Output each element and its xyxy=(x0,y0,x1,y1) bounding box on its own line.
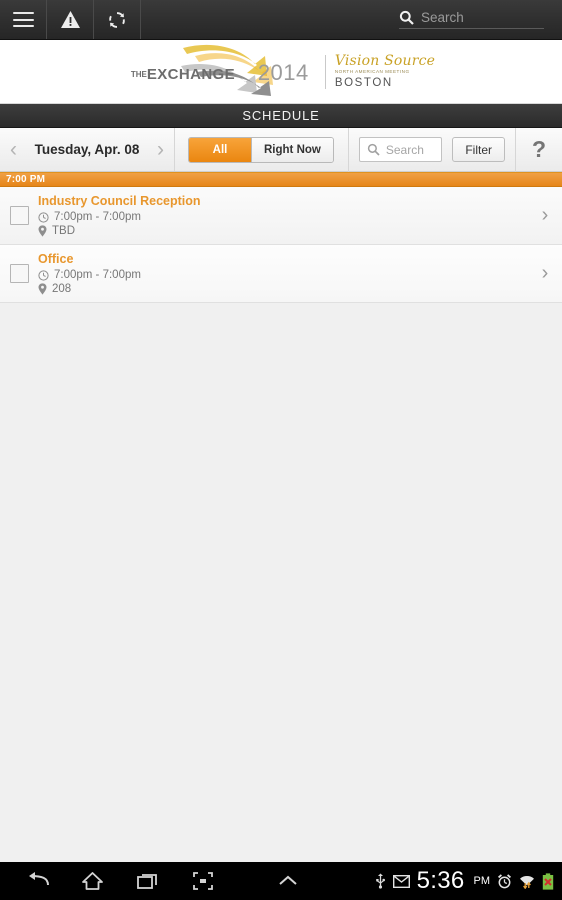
home-icon xyxy=(81,871,104,891)
map-pin-icon xyxy=(38,283,47,295)
map-pin-icon xyxy=(38,225,47,237)
session-location: TBD xyxy=(52,225,75,237)
status-icons[interactable]: 5:36 PM xyxy=(375,867,562,895)
session-location-row: TBD xyxy=(38,225,520,237)
mail-icon xyxy=(392,874,410,888)
status-ampm: PM xyxy=(473,875,491,887)
logo-year: 2014 xyxy=(257,59,309,85)
schedule-search-input[interactable]: Search xyxy=(358,137,443,162)
hamburger-icon xyxy=(12,12,34,27)
warning-triangle-icon xyxy=(60,10,81,29)
screenshot-icon xyxy=(192,871,214,891)
session-time: 7:00pm - 7:00pm xyxy=(54,211,141,223)
page-title: SCHEDULE xyxy=(0,104,562,128)
session-time: 7:00pm - 7:00pm xyxy=(54,269,141,281)
system-navigation-bar: 5:36 PM xyxy=(0,862,562,900)
logo-exchange-word: EXCHANGE xyxy=(146,65,236,83)
battery-error-icon xyxy=(542,872,554,890)
session-title: Office xyxy=(38,252,74,266)
logo-band: THEEXCHANGE 2014 Vision Source NORTH AME… xyxy=(0,40,562,104)
clock-icon xyxy=(38,269,49,281)
row-disclosure[interactable]: › xyxy=(528,262,562,285)
row-checkbox[interactable] xyxy=(9,206,29,225)
row-checkbox-cell[interactable] xyxy=(0,264,38,283)
schedule-toolbar: ‹ Tuesday, Apr. 08 › All Right Now Searc… xyxy=(0,127,562,172)
row-disclosure[interactable]: › xyxy=(528,204,562,227)
segment-all[interactable]: All xyxy=(189,137,251,162)
session-title: Industry Council Reception xyxy=(38,194,201,208)
search-icon xyxy=(399,10,414,25)
current-date-label: Tuesday, Apr. 08 xyxy=(34,142,140,157)
row-checkbox-cell[interactable] xyxy=(0,206,38,225)
wifi-icon xyxy=(519,874,535,889)
row-checkbox[interactable] xyxy=(9,264,29,283)
screenshot-button[interactable] xyxy=(175,862,230,900)
refresh-icon xyxy=(107,10,127,30)
logo-exchange-text: THEEXCHANGE xyxy=(131,66,235,83)
session-location-row: 208 xyxy=(38,283,520,295)
recent-apps-button[interactable] xyxy=(120,862,175,900)
table-row[interactable]: Office 7:00pm - 7:00pm 208 › xyxy=(0,245,562,303)
chevron-right-icon: › xyxy=(541,262,549,284)
back-arrow-icon xyxy=(26,871,50,891)
event-logo: THEEXCHANGE 2014 Vision Source NORTH AME… xyxy=(127,44,435,100)
alarm-clock-icon xyxy=(497,873,512,889)
global-search-placeholder: Search xyxy=(421,10,464,25)
filter-button[interactable]: Filter xyxy=(452,137,505,162)
brand-city: BOSTON xyxy=(334,76,393,89)
segment-right-now[interactable]: Right Now xyxy=(251,137,333,162)
home-button[interactable] xyxy=(65,862,120,900)
back-button[interactable] xyxy=(10,862,65,900)
toolbar-divider xyxy=(347,127,349,172)
session-time-row: 7:00pm - 7:00pm xyxy=(38,211,520,223)
empty-list-area xyxy=(0,303,562,865)
next-day-button[interactable]: › xyxy=(157,139,164,160)
row-content: Industry Council Reception 7:00pm - 7:00… xyxy=(38,194,528,237)
filter-segmented-control: All Right Now xyxy=(188,136,334,163)
usb-icon xyxy=(375,873,386,889)
search-icon xyxy=(367,143,380,156)
refresh-button[interactable] xyxy=(94,0,141,39)
logo-the-text: THE xyxy=(130,69,147,79)
section-header-time: 7:00 PM xyxy=(0,172,562,187)
status-clock: 5:36 xyxy=(416,867,465,894)
row-content: Office 7:00pm - 7:00pm 208 xyxy=(38,252,528,295)
clock-icon xyxy=(38,211,49,223)
schedule-search-placeholder: Search xyxy=(385,142,424,157)
expand-status-button[interactable] xyxy=(260,862,315,900)
app-root: Search THEEXCHANGE 2014 Vision Source NO… xyxy=(0,0,562,900)
global-search-field[interactable]: Search xyxy=(399,10,544,29)
brand-subtitle: NORTH AMERICAN MEETING xyxy=(334,68,410,74)
table-row[interactable]: Industry Council Reception 7:00pm - 7:00… xyxy=(0,187,562,245)
chevron-up-icon xyxy=(277,874,299,888)
brand-script-text: Vision Source xyxy=(334,52,436,69)
action-bar-spacer xyxy=(141,0,399,39)
help-button[interactable]: ? xyxy=(515,127,562,172)
nav-buttons xyxy=(0,862,315,900)
menu-button[interactable] xyxy=(0,0,47,39)
logo-divider xyxy=(324,54,326,89)
recent-apps-icon xyxy=(136,871,159,891)
action-bar: Search xyxy=(0,0,562,40)
chevron-right-icon: › xyxy=(541,204,549,226)
session-time-row: 7:00pm - 7:00pm xyxy=(38,269,520,281)
date-navigator: ‹ Tuesday, Apr. 08 › xyxy=(0,128,175,171)
session-location: 208 xyxy=(52,283,72,295)
prev-day-button[interactable]: ‹ xyxy=(10,139,17,160)
alerts-button[interactable] xyxy=(47,0,94,39)
